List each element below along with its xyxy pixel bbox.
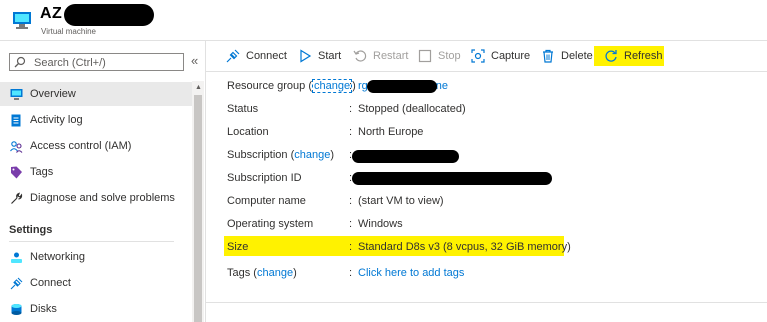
command-bar: Connect Start Restart Stop Capture Delet… (206, 41, 767, 72)
change-tags-link[interactable]: change (257, 267, 293, 279)
sidebar-item-activity-log[interactable]: Activity log (0, 108, 192, 132)
refresh-icon (605, 50, 617, 62)
tags-label: Tags (change) (227, 267, 297, 279)
monitor-icon (10, 89, 23, 100)
disk-icon (11, 304, 22, 315)
sidebar-item-label: Access control (IAM) (30, 140, 132, 152)
status-value: Stopped (deallocated) (358, 103, 466, 115)
sidebar-item-label: Networking (30, 251, 86, 263)
capture-icon (471, 49, 485, 63)
page-title: AZ (40, 5, 63, 22)
subscription-label: Subscription (change) (227, 149, 335, 161)
plug-icon (10, 277, 23, 290)
wrench-icon (11, 192, 23, 204)
section-divider (9, 241, 174, 242)
resource-group-label: Resource group (change) (227, 79, 356, 93)
plug-icon (226, 49, 240, 63)
search-icon (14, 56, 26, 68)
sidebar-item-tags[interactable]: Tags (0, 160, 192, 184)
sidebar-item-overview[interactable]: Overview (0, 82, 192, 106)
search-input[interactable]: Search (Ctrl+/) (9, 53, 184, 71)
sidebar-item-label: Tags (30, 166, 54, 178)
restart-icon (353, 50, 367, 62)
change-resource-group-link[interactable]: change (312, 79, 353, 93)
size-value: Standard D8s v3 (8 vcpus, 32 GiB memory) (358, 241, 571, 253)
people-icon (10, 141, 23, 153)
os-label: Operating system (227, 218, 314, 230)
page-subtitle: Virtual machine (41, 27, 96, 36)
stop-icon (418, 49, 432, 63)
sidebar-item-label: Diagnose and solve problems (30, 192, 175, 204)
scroll-up-arrow-icon[interactable]: ▲ (195, 84, 202, 91)
redaction-bar (352, 150, 459, 163)
computer-name-value: (start VM to view) (358, 195, 444, 207)
sidebar-item-label: Overview (30, 88, 76, 100)
tag-icon (11, 166, 22, 179)
size-label: Size (227, 241, 249, 253)
blade-header: AZ Virtual machine (0, 0, 767, 41)
virtual-machine-icon (13, 12, 31, 29)
settings-section-title: Settings (9, 224, 53, 236)
sidebar-scrollbar-thumb[interactable] (194, 95, 202, 322)
location-label: Location (227, 126, 269, 138)
collapse-sidebar-button[interactable]: « (191, 53, 198, 68)
search-placeholder: Search (Ctrl+/) (34, 57, 106, 69)
sidebar-item-label: Connect (30, 277, 71, 289)
change-subscription-link[interactable]: change (294, 149, 330, 161)
redaction-bar (64, 4, 154, 26)
sidebar: Search (Ctrl+/) « Overview Activity log … (0, 41, 206, 322)
os-value: Windows (358, 218, 403, 230)
computer-name-label: Computer name (227, 195, 306, 207)
sidebar-item-diagnose[interactable]: Diagnose and solve problems (0, 186, 192, 210)
status-label: Status (227, 103, 259, 115)
sidebar-item-networking[interactable]: Networking (0, 245, 192, 269)
subscription-id-label: Subscription ID (227, 172, 302, 184)
networking-icon (11, 252, 22, 263)
essentials-divider (206, 302, 767, 303)
sidebar-item-disks[interactable]: Disks (0, 297, 192, 321)
sidebar-item-access-control[interactable]: Access control (IAM) (0, 134, 192, 158)
trash-icon (543, 49, 553, 63)
activity-log-icon (11, 114, 21, 127)
sidebar-item-label: Activity log (30, 114, 83, 126)
sidebar-item-label: Disks (30, 303, 57, 315)
redaction-bar (352, 172, 552, 185)
add-tags-link[interactable]: Click here to add tags (358, 267, 464, 279)
sidebar-item-connect[interactable]: Connect (0, 271, 192, 295)
play-icon (300, 49, 312, 63)
location-value: North Europe (358, 126, 424, 138)
redaction-bar (367, 80, 437, 93)
